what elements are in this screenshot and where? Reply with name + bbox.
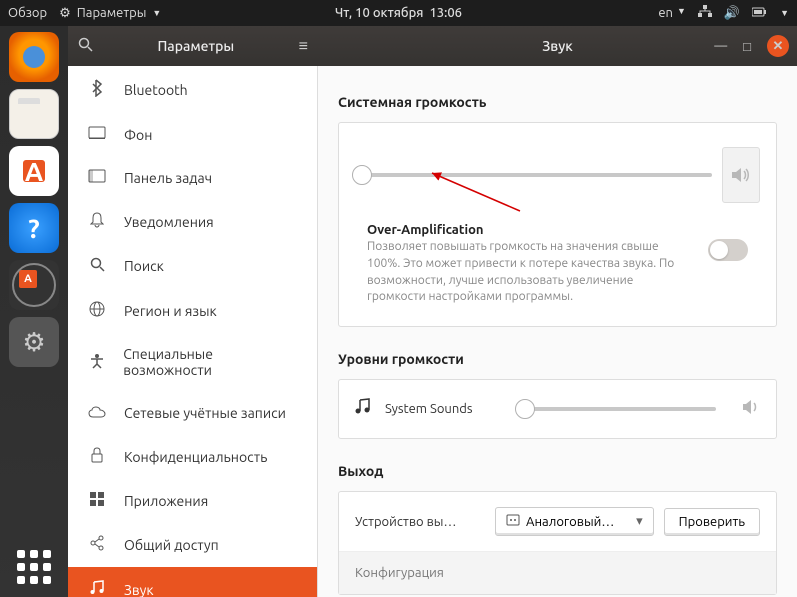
sidebar-item-applications[interactable]: Приложения [68, 479, 317, 522]
settings-window: Параметры ≡ Звук — □ ✕ Bluetooth Фон Пан… [68, 26, 797, 597]
app-volume-slider[interactable] [519, 407, 716, 411]
sidebar-item-dock[interactable]: Панель задач [68, 156, 317, 199]
audio-card-icon [506, 514, 520, 529]
dock-software[interactable] [9, 146, 59, 196]
sidebar-title: Параметры [93, 38, 299, 54]
volume-icon[interactable]: 🔊 [724, 6, 740, 21]
minimize-button[interactable]: — [714, 39, 727, 53]
lock-icon [88, 447, 106, 466]
system-volume-heading: Системная громкость [338, 94, 777, 110]
output-device-dropdown[interactable]: Аналоговый… [495, 507, 654, 536]
app-volume-row: System Sounds [339, 380, 776, 438]
sidebar-item-online-accounts[interactable]: Сетевые учётные записи [68, 391, 317, 434]
maximize-button[interactable]: □ [743, 39, 751, 54]
output-card: Устройство вы… Аналоговый… Проверить Кон… [338, 491, 777, 595]
app-menu[interactable]: ⚙ Параметры ▼ [59, 6, 161, 21]
sidebar-item-sound[interactable]: Звук [68, 567, 317, 597]
speaker-icon[interactable] [742, 399, 760, 419]
music-icon [355, 398, 371, 420]
sidebar-item-privacy[interactable]: Конфиденциальность [68, 434, 317, 479]
dock-icon [88, 169, 106, 186]
output-device-label: Устройство вы… [355, 515, 485, 529]
apps-icon [88, 492, 106, 509]
clock[interactable]: Чт, 10 октября 13:06 [335, 6, 462, 20]
sidebar-item-sharing[interactable]: Общий доступ [68, 522, 317, 567]
dock-updater[interactable] [9, 260, 59, 310]
background-icon [88, 126, 106, 143]
sound-settings-panel: Системная громкость [318, 66, 797, 597]
chevron-down-icon: ▼ [152, 8, 161, 18]
overamp-title: Over-Amplification [367, 223, 694, 237]
sidebar-item-bluetooth[interactable]: Bluetooth [68, 66, 317, 113]
search-icon [88, 257, 106, 275]
volume-levels-heading: Уровни громкости [338, 351, 777, 367]
dock-firefox[interactable] [9, 32, 59, 82]
sidebar-item-region[interactable]: Регион и язык [68, 288, 317, 333]
volume-levels-card: System Sounds [338, 379, 777, 439]
sidebar-item-accessibility[interactable]: Специальные возможности [68, 333, 317, 391]
music-icon [88, 580, 106, 597]
system-menu-chevron[interactable]: ▼ [780, 8, 789, 18]
input-source[interactable]: en▼ [658, 6, 686, 20]
dock-help[interactable]: ? [9, 203, 59, 253]
accessibility-icon [88, 353, 105, 372]
dock-settings[interactable]: ⚙ [9, 317, 59, 367]
battery-icon[interactable] [752, 6, 768, 21]
output-heading: Выход [338, 463, 777, 479]
close-button[interactable]: ✕ [767, 35, 789, 57]
mute-button[interactable] [722, 147, 760, 203]
dock-show-apps[interactable] [14, 547, 54, 587]
overamp-desc: Позволяет повышать громкость на значения… [367, 239, 694, 306]
app-name: System Sounds [385, 402, 505, 416]
titlebar: Параметры ≡ Звук — □ ✕ [68, 26, 797, 66]
output-config-row: Конфигурация [339, 552, 776, 594]
sidebar-item-notifications[interactable]: Уведомления [68, 199, 317, 244]
globe-icon [88, 301, 106, 320]
settings-icon: ⚙ [59, 6, 71, 21]
overamp-switch[interactable] [708, 239, 748, 261]
share-icon [88, 535, 106, 554]
network-icon[interactable] [698, 5, 712, 22]
activities-button[interactable]: Обзор [8, 6, 47, 20]
bell-icon [88, 212, 106, 231]
search-button[interactable] [78, 37, 93, 55]
over-amplification-row: Over-Amplification Позволяет повышать гр… [339, 213, 776, 326]
page-title: Звук [542, 38, 573, 54]
test-button[interactable]: Проверить [664, 508, 760, 536]
bluetooth-icon [88, 79, 106, 100]
cloud-icon [88, 404, 106, 421]
sidebar-item-search[interactable]: Поиск [68, 244, 317, 288]
gnome-topbar: Обзор ⚙ Параметры ▼ Чт, 10 октября 13:06… [0, 0, 797, 26]
settings-sidebar: Bluetooth Фон Панель задач Уведомления П… [68, 66, 318, 597]
system-volume-slider[interactable] [355, 173, 712, 177]
hamburger-menu[interactable]: ≡ [299, 37, 308, 56]
dock-files[interactable] [9, 89, 59, 139]
system-volume-card: Over-Amplification Позволяет повышать гр… [338, 122, 777, 327]
dock: ? ⚙ [0, 26, 68, 597]
sidebar-item-background[interactable]: Фон [68, 113, 317, 156]
